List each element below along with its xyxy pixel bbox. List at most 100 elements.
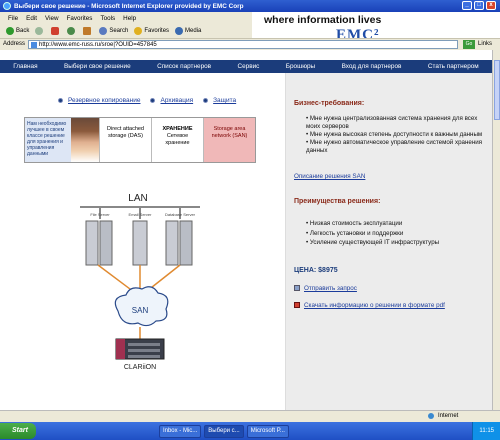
radio-archiving-label: Архивация [160,97,194,104]
links-button[interactable]: Links [478,41,492,47]
banner-tagline: where information lives [264,14,382,26]
advantage-item-3: • Усиление существующей IT инфраструктур… [306,239,440,246]
email-server [132,220,148,266]
browser-window: Выбери свое решение - Microsoft Internet… [0,0,500,440]
maximize-button[interactable]: □ [474,1,484,10]
task-inbox[interactable]: Inbox - Mic... [158,424,202,438]
home-button[interactable] [83,27,93,35]
nav-partner-login[interactable]: Вход для партнеров [342,63,402,70]
favorites-button[interactable]: Favorites [134,27,169,35]
stop-icon [51,27,60,35]
media-icon [175,27,184,35]
requirement-item-2: • Мне нужна высокая степень доступности … [306,131,483,138]
address-url: http://www.emc-russ.ru/sroe|?OUID=457845 [39,42,157,48]
price: ЦЕНА: $8975 [294,267,338,274]
requirements-title: Бизнес-требования: [294,100,365,107]
details-panel: Бизнес-требования: • Мне нужна централиз… [285,73,492,410]
favorites-label: Favorites [144,28,170,34]
option-san[interactable]: Storage area network (SAN) [203,118,255,162]
database-server [165,220,193,266]
star-icon [134,27,143,35]
clariion-storage [115,338,165,360]
radio-dot-icon [150,98,156,103]
address-label: Address [3,41,26,47]
nav-choose-solution[interactable]: Выбери свое решение [64,63,131,70]
radio-dot-icon [58,98,63,103]
radio-protection-label: Защита [213,97,237,104]
lan-label: LAN [128,193,147,204]
download-pdf-link[interactable]: Скачать информацию о решении в формате p… [304,302,445,309]
address-input[interactable]: http://www.emc-russ.ru/sroe|?OUID=457845 [28,40,458,49]
database-server-label: Database Server [165,212,196,217]
address-bar: Address http://www.emc-russ.ru/sroe|?OUI… [0,38,500,50]
menu-file[interactable]: File [8,15,18,22]
page-icon [31,42,37,48]
task-powerpoint[interactable]: Microsoft P... [246,424,289,438]
menu-tools[interactable]: Tools [100,15,115,22]
file-server [85,220,113,266]
nav-service[interactable]: Сервис [237,63,259,70]
forward-arrow-icon [35,27,44,35]
storage-options-strip: Нам необходимо лучшее в своем классе реш… [24,117,256,163]
radio-dot-icon [203,98,209,103]
strip-intro: Нам необходимо лучшее в своем классе реш… [25,118,71,162]
start-button[interactable]: Start [0,423,36,439]
advantages-title: Преимущества решения: [294,198,381,205]
envelope-icon [294,285,300,291]
window-title: Выбери свое решение - Microsoft Internet… [14,2,244,10]
requirement-item-3: • Мне нужно автоматическое управление си… [306,139,483,154]
option-network-label: Сетевое хранение [165,133,190,146]
option-das-label: Direct attached storage (DAS) [107,126,144,139]
close-button[interactable]: x [486,1,496,10]
search-button[interactable]: Search [99,27,128,35]
zone-label: Internet [438,413,459,419]
globe-icon [428,413,434,419]
file-server-label: File Server [90,212,110,217]
menu-favorites[interactable]: Favorites [67,15,93,22]
page-content: Главная Выбери свое решение Список партн… [0,50,492,410]
woman-photo [71,118,99,162]
status-bar: Internet [0,410,500,422]
standard-toolbar: Back Search Favorites Media [0,24,252,38]
solution-panel: Резервное копирование Архивация Защита Н… [0,73,285,410]
option-das[interactable]: Direct attached storage (DAS) [99,118,151,162]
menu-edit[interactable]: Edit [26,15,37,22]
minimize-button[interactable]: _ [462,1,472,10]
clariion-label: CLARiiON [124,364,156,371]
radio-backup[interactable]: Резервное копирование [58,97,140,104]
advantage-item-2: • Легкость установки и поддержки [306,230,404,237]
solution-type-radios: Резервное копирование Архивация Защита [58,97,246,104]
menu-view[interactable]: View [45,15,59,22]
option-network-title: ХРАНЕНИЕ [162,126,193,132]
san-label: SAN [132,306,149,315]
nav-become-partner[interactable]: Стать партнером [428,63,479,70]
option-san-label: Storage area network (SAN) [211,126,248,139]
ie-icon [3,2,11,10]
nav-home[interactable]: Главная [13,63,37,70]
san-description-link[interactable]: Описание решения SAN [294,173,365,180]
media-button[interactable]: Media [175,27,201,35]
option-network-storage[interactable]: ХРАНЕНИЕ Сетевое хранение [151,118,203,162]
stop-button[interactable] [51,27,61,35]
pdf-icon [294,302,300,308]
radio-backup-label: Резервное копирование [68,97,141,104]
task-browser[interactable]: Выбери с... [204,424,244,438]
nav-brochures[interactable]: Брошюры [286,63,315,70]
go-button[interactable]: Go [463,40,475,49]
search-label: Search [109,28,129,34]
refresh-icon [67,27,76,35]
system-tray-clock: 11:15 [472,422,500,440]
vertical-scrollbar[interactable] [492,50,500,410]
home-icon [83,27,92,35]
forward-button[interactable] [35,27,45,35]
back-button[interactable]: Back [6,27,29,35]
media-label: Media [185,28,202,34]
radio-archiving[interactable]: Архивация [150,97,193,104]
scrollbar-thumb[interactable] [494,60,500,120]
menu-help[interactable]: Help [123,15,136,22]
taskbar: Start Inbox - Mic... Выбери с... Microso… [0,422,500,440]
nav-partner-list[interactable]: Список партнеров [157,63,211,70]
send-request-link[interactable]: Отправить запрос [304,285,357,292]
radio-protection[interactable]: Защита [203,97,236,104]
refresh-button[interactable] [67,27,77,35]
